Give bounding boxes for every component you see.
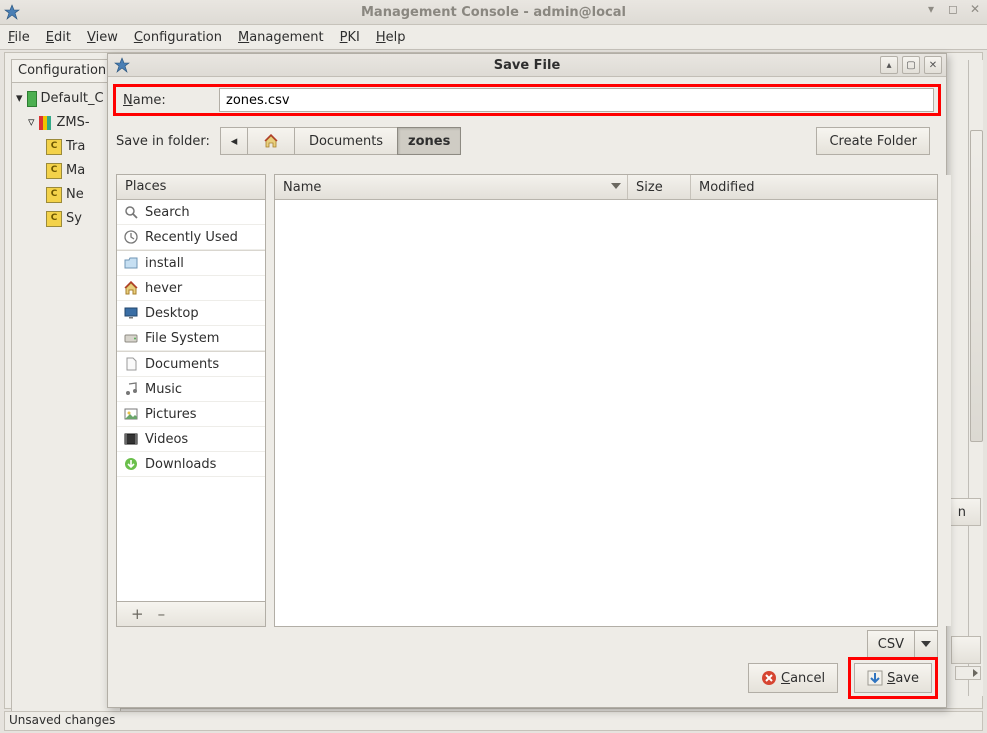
name-label: Name: (120, 93, 219, 108)
place-filesystem[interactable]: File System (117, 326, 265, 351)
place-music[interactable]: Music (117, 377, 265, 402)
app-icon (4, 4, 20, 20)
breadcrumb-zones[interactable]: zones (397, 127, 461, 155)
menu-pki[interactable]: PKI (340, 30, 360, 45)
tree-item-3[interactable]: CSy (14, 207, 118, 231)
menu-view[interactable]: View (87, 30, 118, 45)
places-header: Places (117, 175, 265, 200)
document-icon (123, 356, 139, 372)
sort-desc-icon (611, 183, 621, 189)
place-search[interactable]: Search (117, 200, 265, 225)
menu-edit[interactable]: Edit (46, 30, 71, 45)
breadcrumb-home-button[interactable] (247, 127, 295, 155)
save-in-folder-label: Save in folder: (116, 134, 220, 149)
place-home[interactable]: hever (117, 276, 265, 301)
create-folder-button[interactable]: Create Folder (816, 127, 930, 155)
place-documents[interactable]: Documents (117, 351, 265, 377)
window-title: Management Console - admin@local (0, 5, 987, 20)
dialog-rollup-icon[interactable]: ▴ (880, 56, 898, 74)
videos-icon (123, 431, 139, 447)
menu-file[interactable]: File (8, 30, 30, 45)
tree-zms-label: ZMS- (57, 111, 90, 135)
tree-item-2[interactable]: CNe (14, 183, 118, 207)
desktop-icon (123, 305, 139, 321)
close-icon[interactable]: ✕ (967, 2, 983, 16)
breadcrumb-documents[interactable]: Documents (294, 127, 398, 155)
tree-item-1[interactable]: CMa (14, 159, 118, 183)
column-header-name[interactable]: Name (275, 175, 628, 199)
dialog-restore-icon[interactable]: ▢ (902, 56, 920, 74)
config-tab[interactable]: Configuration (12, 60, 120, 83)
scrollbar-horizontal-end[interactable] (955, 666, 981, 680)
home-icon (263, 133, 279, 149)
column-header-modified[interactable]: Modified (691, 175, 937, 199)
menu-help[interactable]: Help (376, 30, 406, 45)
dialog-close-icon[interactable]: ✕ (924, 56, 942, 74)
save-button[interactable]: Save (854, 663, 932, 693)
file-list-scrollbar[interactable] (939, 175, 951, 626)
dialog-titlebar: Save File ▴ ▢ ✕ (108, 54, 946, 77)
c-icon: C (46, 211, 62, 227)
cancel-icon (761, 670, 777, 686)
place-videos[interactable]: Videos (117, 427, 265, 452)
home-icon (123, 280, 139, 296)
partial-button[interactable] (951, 636, 981, 664)
tree-zms[interactable]: ▿ ZMS- (14, 111, 118, 135)
cancel-button[interactable]: Cancel (748, 663, 838, 693)
breadcrumb-back-button[interactable]: ◂ (220, 127, 248, 155)
scrollbar-vertical[interactable] (968, 60, 983, 696)
dialog-title: Save File (108, 58, 946, 73)
minimize-icon[interactable]: ▾ (923, 2, 939, 16)
save-button-highlight: Save (848, 657, 938, 699)
place-pictures[interactable]: Pictures (117, 402, 265, 427)
places-remove-button[interactable]: – (158, 605, 166, 623)
status-green-icon (27, 91, 37, 107)
tree-root-label: Default_C (41, 87, 104, 111)
place-recent[interactable]: Recently Used (117, 225, 265, 250)
clock-icon (123, 229, 139, 245)
c-icon: C (46, 139, 62, 155)
tree-root[interactable]: ▾ Default_C (14, 87, 118, 111)
place-downloads[interactable]: Downloads (117, 452, 265, 477)
config-tree-pane: Configuration ▾ Default_C ▿ ZMS- CTra CM… (11, 59, 121, 721)
places-panel: Places Search Recently Used install heve… (116, 174, 266, 627)
name-row-highlight: Name: (113, 84, 941, 116)
place-install[interactable]: install (117, 250, 265, 276)
statusbar: Unsaved changes (4, 711, 983, 731)
chevron-down-icon (921, 641, 931, 647)
folder-icon (123, 255, 139, 271)
download-icon (123, 456, 139, 472)
drive-icon (123, 330, 139, 346)
filename-input[interactable] (219, 88, 934, 112)
zms-icon (39, 116, 53, 130)
menu-management[interactable]: Management (238, 30, 324, 45)
column-header-size[interactable]: Size (628, 175, 691, 199)
tree-item-0[interactable]: CTra (14, 135, 118, 159)
file-list[interactable]: Name Size Modified (274, 174, 938, 627)
filetype-dropdown-button[interactable] (914, 630, 938, 658)
search-icon (123, 204, 139, 220)
places-add-button[interactable]: + (131, 605, 144, 623)
menubar: File Edit View Configuration Management … (0, 25, 987, 50)
music-icon (123, 381, 139, 397)
restore-icon[interactable]: ◻ (945, 2, 961, 16)
c-icon: C (46, 163, 62, 179)
save-file-dialog: Save File ▴ ▢ ✕ Name: Save in folder: ◂ … (107, 53, 947, 708)
menu-configuration[interactable]: Configuration (134, 30, 222, 45)
save-down-icon (867, 670, 883, 686)
pictures-icon (123, 406, 139, 422)
main-titlebar: Management Console - admin@local ▾ ◻ ✕ (0, 0, 987, 25)
place-desktop[interactable]: Desktop (117, 301, 265, 326)
c-icon: C (46, 187, 62, 203)
filetype-select[interactable]: CSV (867, 630, 914, 658)
